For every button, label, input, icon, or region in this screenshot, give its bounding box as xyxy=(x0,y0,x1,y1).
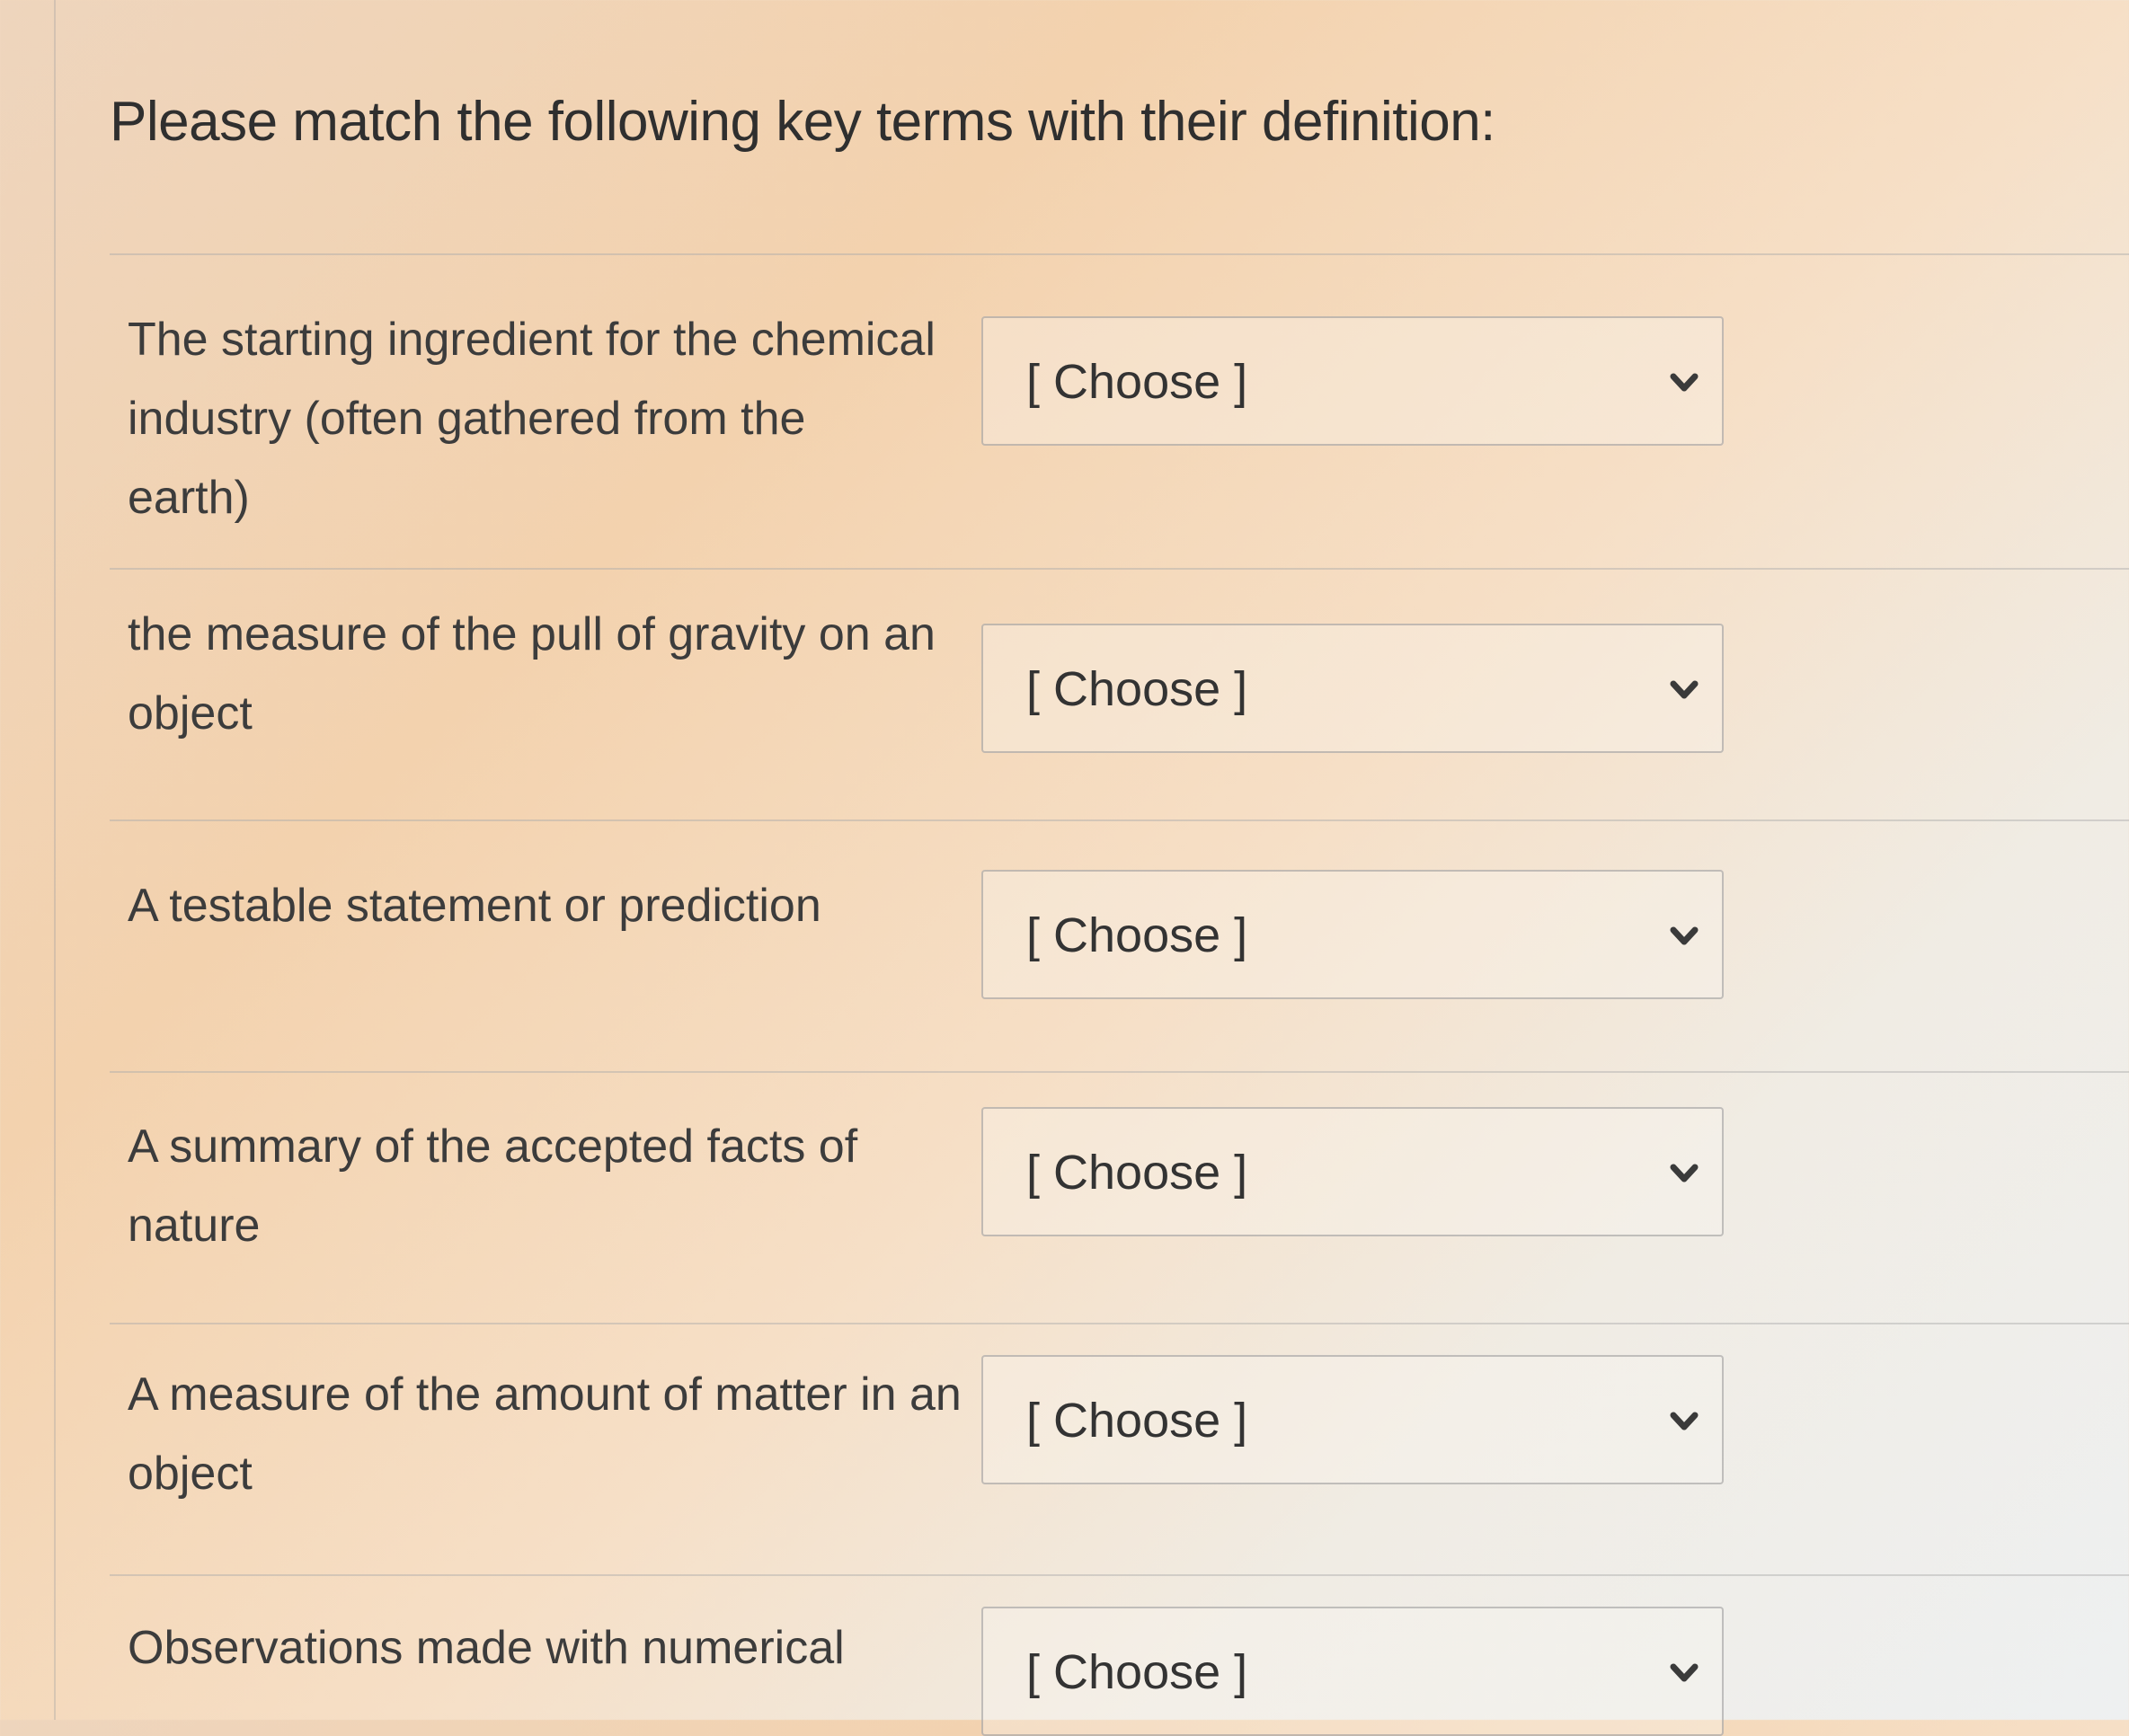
match-row: The starting ingredient for the chemical… xyxy=(110,253,2129,570)
match-row: A summary of the accepted facts of natur… xyxy=(110,1071,2129,1324)
term-text: A summary of the accepted facts of natur… xyxy=(128,1120,858,1252)
page-border xyxy=(54,0,56,1720)
term-text: Observations made with numerical xyxy=(128,1622,845,1674)
chevron-down-icon xyxy=(1670,373,1699,392)
answer-select[interactable]: [ Choose ] xyxy=(981,1107,1724,1236)
match-row: A testable statement or prediction [ Cho… xyxy=(110,819,2129,1073)
term-text: the measure of the pull of gravity on an… xyxy=(128,608,936,740)
select-value: [ Choose ] xyxy=(1026,1394,1248,1448)
match-row: the measure of the pull of gravity on an… xyxy=(110,568,2129,821)
answer-select[interactable]: [ Choose ] xyxy=(981,624,1724,753)
match-row: A measure of the amount of matter in an … xyxy=(110,1323,2129,1576)
answer-select[interactable]: [ Choose ] xyxy=(981,870,1724,999)
select-value: [ Choose ] xyxy=(1026,1645,1248,1699)
term-text: A testable statement or prediction xyxy=(128,880,821,932)
chevron-down-icon xyxy=(1670,926,1699,945)
match-row: Observations made with numerical [ Choos… xyxy=(110,1574,2129,1736)
chevron-down-icon xyxy=(1670,1164,1699,1182)
chevron-down-icon xyxy=(1670,1412,1699,1430)
term-text: A measure of the amount of matter in an … xyxy=(128,1368,962,1500)
term-text: The starting ingredient for the chemical… xyxy=(128,314,936,524)
answer-select[interactable]: [ Choose ] xyxy=(981,1355,1724,1484)
answer-select[interactable]: [ Choose ] xyxy=(981,1607,1724,1736)
answer-select[interactable]: [ Choose ] xyxy=(981,316,1724,446)
select-value: [ Choose ] xyxy=(1026,1146,1248,1200)
select-value: [ Choose ] xyxy=(1026,908,1248,962)
select-value: [ Choose ] xyxy=(1026,355,1248,409)
chevron-down-icon xyxy=(1670,680,1699,699)
question-title: Please match the following key terms wit… xyxy=(110,91,1495,153)
chevron-down-icon xyxy=(1670,1663,1699,1682)
select-value: [ Choose ] xyxy=(1026,662,1248,716)
